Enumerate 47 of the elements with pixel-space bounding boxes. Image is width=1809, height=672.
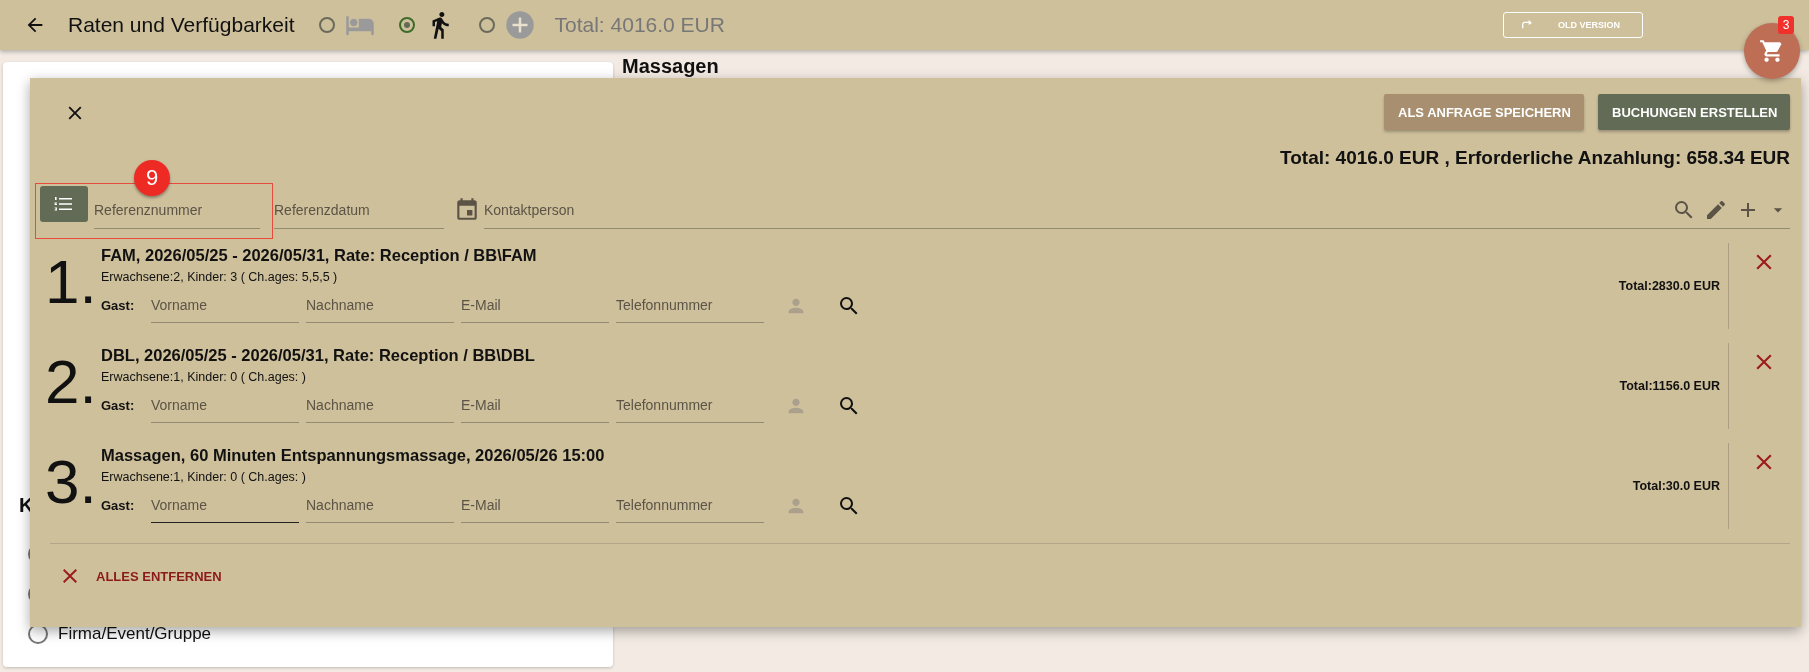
guest-label: Gast: xyxy=(101,498,136,513)
guest-field[interactable]: Nachname xyxy=(306,388,454,423)
booking-title: DBL, 2026/05/25 - 2026/05/31, Rate: Reception / BB\DBL xyxy=(101,346,536,365)
page-title: Raten und Verfügbarkeit xyxy=(68,13,295,37)
booking-number: 2. xyxy=(44,351,98,418)
guest-label: Gast: xyxy=(101,398,136,413)
total-summary: Total: 4016.0 EUR , Erforderliche Anzahlung: 658.34 EUR xyxy=(1279,147,1790,169)
remove-all-button[interactable]: ALLES ENTFERNEN xyxy=(54,560,226,592)
section-heading: Massagen xyxy=(622,55,719,77)
guest-count: Erwachsene:1, Kinder: 0 ( Ch.ages: ) xyxy=(101,470,307,484)
guest-label: Gast: xyxy=(101,298,136,313)
guest-field[interactable]: E-Mail xyxy=(461,488,609,523)
guest-field[interactable]: Telefonnummer xyxy=(616,388,764,423)
booking-total: Total:30.0 EUR xyxy=(1632,479,1720,493)
guest-field[interactable]: Vorname xyxy=(151,388,299,423)
step-badge: 9 xyxy=(134,160,170,196)
radio-label: Firma/Event/Gruppe xyxy=(58,624,212,644)
booking-number: 1. xyxy=(44,251,98,318)
contact-person-field[interactable]: Kontaktperson xyxy=(484,202,1664,218)
total-amount: Total: 4016.0 EUR xyxy=(554,13,725,37)
guest-count: Erwachsene:2, Kinder: 3 ( Ch.ages: 5,5,5 ) xyxy=(101,270,339,284)
calendar-icon[interactable] xyxy=(454,196,480,222)
cart-count-badge: 3 xyxy=(1778,16,1794,34)
booking-total: Total:2830.0 EUR xyxy=(1618,279,1720,293)
radio-button[interactable] xyxy=(478,17,495,33)
booking-total: Total:1156.0 EUR xyxy=(1619,379,1720,393)
guest-field[interactable]: Vorname xyxy=(151,288,299,323)
create-bookings-button[interactable]: BUCHUNGEN ERSTELLEN xyxy=(1598,94,1790,130)
reference-number-field[interactable]: Referenznummer xyxy=(94,192,260,229)
add-circle-icon xyxy=(504,10,535,40)
guest-field[interactable]: Nachname xyxy=(306,488,454,523)
radio-button[interactable] xyxy=(318,17,335,33)
guest-field[interactable]: E-Mail xyxy=(461,288,609,323)
list-button[interactable] xyxy=(40,186,88,222)
guest-field[interactable]: Nachname xyxy=(306,288,454,323)
save-request-button[interactable]: ALS ANFRAGE SPEICHERN xyxy=(1384,94,1584,130)
guest-field[interactable]: Telefonnummer xyxy=(616,488,764,523)
booking-number: 3. xyxy=(44,451,98,518)
booking-title: FAM, 2026/05/25 - 2026/05/31, Rate: Reception / BB\FAM xyxy=(101,246,538,265)
guest-field[interactable]: Telefonnummer xyxy=(616,288,764,323)
guest-field[interactable]: E-Mail xyxy=(461,388,609,423)
pencil-icon[interactable] xyxy=(1704,198,1728,222)
radio-button[interactable] xyxy=(398,17,415,33)
reference-date-field[interactable]: Referenzdatum xyxy=(274,192,444,229)
booking-title: Massagen, 60 Minuten Entspannungsmassage, 2026/05/26 15:00 xyxy=(101,446,606,465)
guest-count: Erwachsene:1, Kinder: 0 ( Ch.ages: ) xyxy=(101,370,307,384)
guest-field[interactable]: Vorname xyxy=(151,488,299,523)
